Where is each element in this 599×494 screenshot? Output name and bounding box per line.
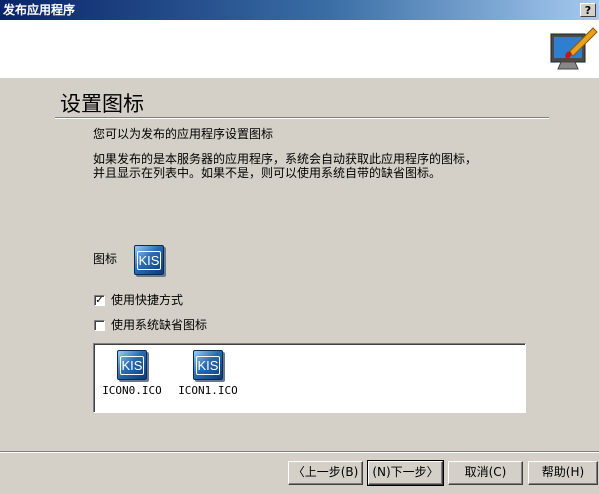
icon-label: 图标 [93,252,118,266]
title-divider [55,117,549,119]
kis-icon: KIS [193,350,223,380]
selected-kis-icon: KIS [134,245,164,275]
use-default-icon-checkbox[interactable] [94,320,105,331]
kis-icon-text: KIS [194,356,222,375]
info-text-line2: 并且显示在列表中。如果不是，则可以使用系统自带的缺省图标。 [93,166,442,180]
back-button[interactable]: 〈上一步(B) [288,461,363,485]
help-button[interactable]: 帮助(H) [528,461,598,485]
next-button[interactable]: (N)下一步〉 [367,460,444,486]
monitor-brush-icon [550,27,598,70]
use-default-icon-label[interactable]: 使用系统缺省图标 [111,318,207,332]
wizard-banner [0,20,599,78]
page-description: 您可以为发布的应用程序设置图标 [93,127,274,141]
bottom-divider [0,451,599,453]
window-title: 发布应用程序 [3,3,76,17]
help-title-button[interactable]: ? [580,3,596,17]
kis-icon: KIS [117,350,147,380]
kis-icon-text: KIS [135,251,163,270]
icon-filename: ICON0.ICO [102,384,162,397]
use-shortcut-label[interactable]: 使用快捷方式 [111,293,183,307]
page-title: 设置图标 [60,92,144,116]
info-text-line1: 如果发布的是本服务器的应用程序，系统会自动获取此应用程序的图标， [93,152,478,166]
cancel-button[interactable]: 取消(C) [448,461,523,485]
icon-list-box[interactable]: KIS ICON0.ICO KIS ICON1.ICO [93,343,526,413]
list-item[interactable]: KIS ICON0.ICO [102,346,162,401]
use-shortcut-checkbox[interactable]: ✓ [94,295,105,306]
list-item[interactable]: KIS ICON1.ICO [178,346,238,401]
checkmark-icon: ✓ [95,295,104,306]
icon-filename: ICON1.ICO [178,384,238,397]
window-title-bar[interactable]: 发布应用程序 ? [0,0,599,20]
kis-icon-text: KIS [118,356,146,375]
